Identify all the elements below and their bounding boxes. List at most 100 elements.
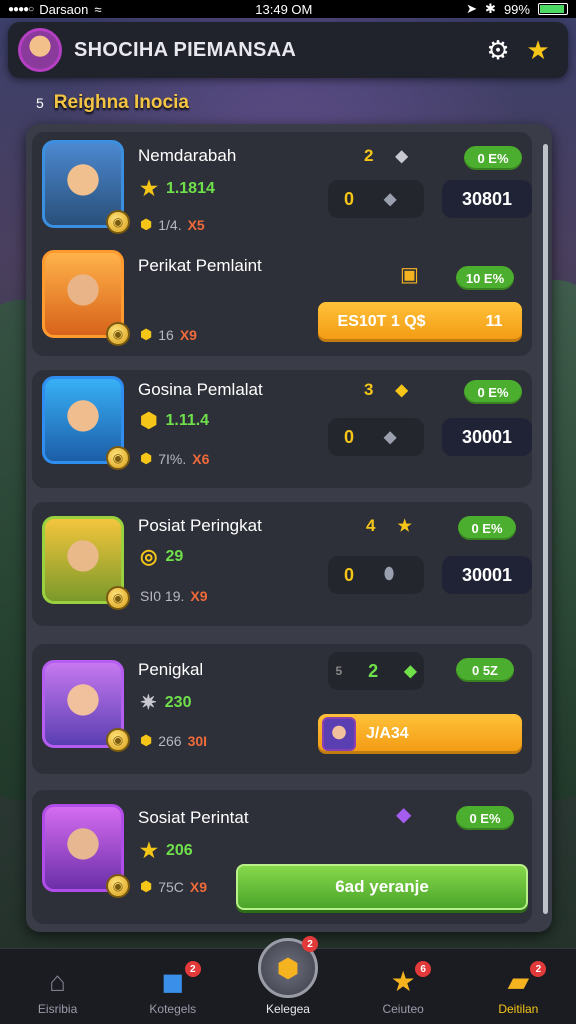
sparkle-icon: ✷ (140, 692, 157, 714)
gem-icon: ◆ (395, 148, 408, 165)
gear-icon[interactable]: ⚙ (478, 30, 518, 70)
player-multiplier: ⬢ 16 X9 (140, 326, 197, 343)
nav-item-star[interactable]: 6 ★ Ceiuteo (353, 961, 453, 1016)
cube-icon: ◆ (384, 429, 397, 446)
player-name: Gosina Pemlalat (138, 380, 263, 399)
shield-icon: ⬢ (140, 450, 153, 466)
status-badge: 0 5Z (456, 658, 514, 682)
nav-label: Ceiuteo (382, 1002, 424, 1016)
notification-badge: 6 (415, 961, 432, 977)
points-box: 30801 (442, 180, 532, 218)
shield-icon: ⬢ (140, 326, 153, 342)
medal-icon: ⬢ (140, 410, 158, 432)
carrier-name: Darsaon (39, 1, 89, 17)
coin-icon: ◎ (140, 546, 158, 568)
cube-icon: ◼ (161, 966, 185, 997)
player-multiplier: ⬢ 1/4. X5 (140, 216, 205, 233)
player-score: ⬢ 1.11.4 (140, 410, 210, 432)
list-item[interactable]: ◉ Penigkal ✷ 230 ⬢ 266 30I 5 2 ◆ 0 5Z J/… (32, 644, 532, 774)
status-badge: 10 E% (456, 266, 514, 290)
profile-avatar[interactable] (18, 28, 62, 72)
chest-icon: ▣ (400, 264, 419, 286)
player-score: ✷ 230 (140, 692, 192, 714)
coin-icon: ◉ (106, 586, 130, 610)
section-title: Reighna Inocia (53, 92, 189, 113)
coin-icon: ◉ (106, 322, 130, 346)
list-item[interactable]: ◉ Nemdarabah ★ 1.1814 ⬢ 1/4. X5 2 ◆ 0 E%… (32, 132, 532, 356)
scrollbar[interactable] (543, 144, 548, 914)
shield-icon: ⬢ (140, 216, 153, 232)
notification-badge: 2 (301, 936, 318, 952)
star-icon: ★ (390, 966, 416, 997)
reward-box[interactable]: 0 ⬮ (328, 556, 424, 594)
coin-icon: ◉ (106, 446, 130, 470)
opponent-avatar (322, 717, 356, 751)
player-rank: 4 ★ (366, 516, 412, 535)
claim-button[interactable]: ES10T 1 Q$ 11 (318, 302, 522, 342)
leaderboard-panel[interactable]: ◉ Nemdarabah ★ 1.1814 ⬢ 1/4. X5 2 ◆ 0 E%… (26, 124, 552, 932)
confirm-button[interactable]: 6ad yeranje (236, 864, 528, 910)
player-name: Nemdarabah (138, 146, 237, 165)
section-prefix: 5 (36, 95, 44, 111)
player-name: Penigkal (138, 660, 204, 679)
nav-item-shield[interactable]: 2 ⬢ Kelegea (238, 936, 338, 1016)
nav-item-cube[interactable]: 2 ◼ Kotegels (123, 961, 223, 1016)
star-icon[interactable]: ★ (518, 30, 558, 70)
player-name: Perikat Pemlaint (138, 256, 262, 275)
star-icon: ★ (140, 840, 158, 862)
player-score: ◎ 29 (140, 546, 184, 568)
cube-icon: ◆ (404, 663, 417, 680)
shield-icon: ⬢ (140, 878, 153, 894)
notification-badge: 2 (530, 961, 547, 977)
status-badge: 0 E% (458, 516, 516, 540)
app-header: SHOCIHA PIEMANSAA ⚙ ★ (8, 22, 568, 78)
section-header: 5 Reighna Inocia (30, 84, 530, 122)
player-score: ★ 206 (140, 840, 193, 862)
battery-percent: 99% (503, 1, 530, 17)
points-box: 30001 (442, 556, 532, 594)
nav-label: Kotegels (149, 1002, 197, 1016)
status-time: 13:49 OM (255, 1, 313, 17)
player-rank: 3 ◆ (364, 380, 408, 399)
points-box: 30001 (442, 418, 532, 456)
battery-icon (537, 3, 568, 15)
nav-label: Kelegea (265, 1002, 310, 1016)
chart-icon: ▰ (507, 966, 530, 997)
reward-box[interactable]: 0 ◆ (328, 180, 424, 218)
location-icon: ➤ (466, 1, 478, 16)
list-item[interactable]: ◉ Posiat Peringkat ◎ 29 SI0 19. X9 4 ★ 0… (32, 502, 532, 626)
player-multiplier: ⬢ 7I%. X6 (140, 450, 210, 467)
notification-badge: 2 (184, 961, 201, 977)
coin-icon: ◉ (106, 728, 130, 752)
list-item[interactable]: ◉ Gosina Pemlalat ⬢ 1.11.4 ⬢ 7I%. X6 3 ◆… (32, 370, 532, 488)
shield-icon: ⬢ (140, 732, 153, 748)
status-badge: 0 E% (464, 380, 522, 404)
player-rank: 2 ◆ (364, 146, 408, 165)
reward-box[interactable]: 0 ◆ (328, 418, 424, 456)
nav-label: Eisribia (37, 1002, 78, 1016)
cube-icon: ◆ (384, 191, 397, 208)
signal-dots-icon: ●●●●○ (8, 3, 34, 15)
nav-item-home[interactable]: ⌂ Eisribia (8, 966, 108, 1016)
player-multiplier: ⬢ 75C X9 (140, 878, 208, 895)
challenge-button[interactable]: J/A34 (318, 714, 522, 754)
home-icon: ⌂ (49, 966, 67, 997)
star-icon: ★ (140, 178, 158, 200)
status-badge: 0 E% (456, 806, 514, 830)
player-rank: 5 2 ◆ (328, 652, 424, 690)
player-name: Sosiat Perintat (138, 808, 249, 827)
coin-icon: ◉ (106, 874, 130, 898)
player-name: Posiat Peringkat (138, 516, 262, 535)
status-bar: ●●●●○ Darsaon ≈ 13:49 OM ➤ ✱ 99% (0, 0, 576, 18)
player-multiplier: SI0 19. X9 (140, 588, 208, 604)
bluetooth-icon: ✱ (485, 1, 496, 16)
bottom-navigation: ⌂ Eisribia 2 ◼ Kotegels 2 ⬢ Kelegea 6 ★ … (0, 936, 576, 1024)
star-icon: ★ (397, 518, 412, 535)
nav-item-chart[interactable]: 2 ▰ Deitilan (468, 961, 568, 1016)
coin-icon: ◉ (106, 210, 130, 234)
list-item[interactable]: ◉ Sosiat Perintat ★ 206 ⬢ 75C X9 ◆ 0 E% … (32, 790, 532, 924)
gem-icon: ◆ (396, 804, 412, 826)
gem-icon: ◆ (395, 382, 408, 399)
status-badge: 0 E% (464, 146, 522, 170)
player-multiplier: ⬢ 266 30I (140, 732, 208, 749)
